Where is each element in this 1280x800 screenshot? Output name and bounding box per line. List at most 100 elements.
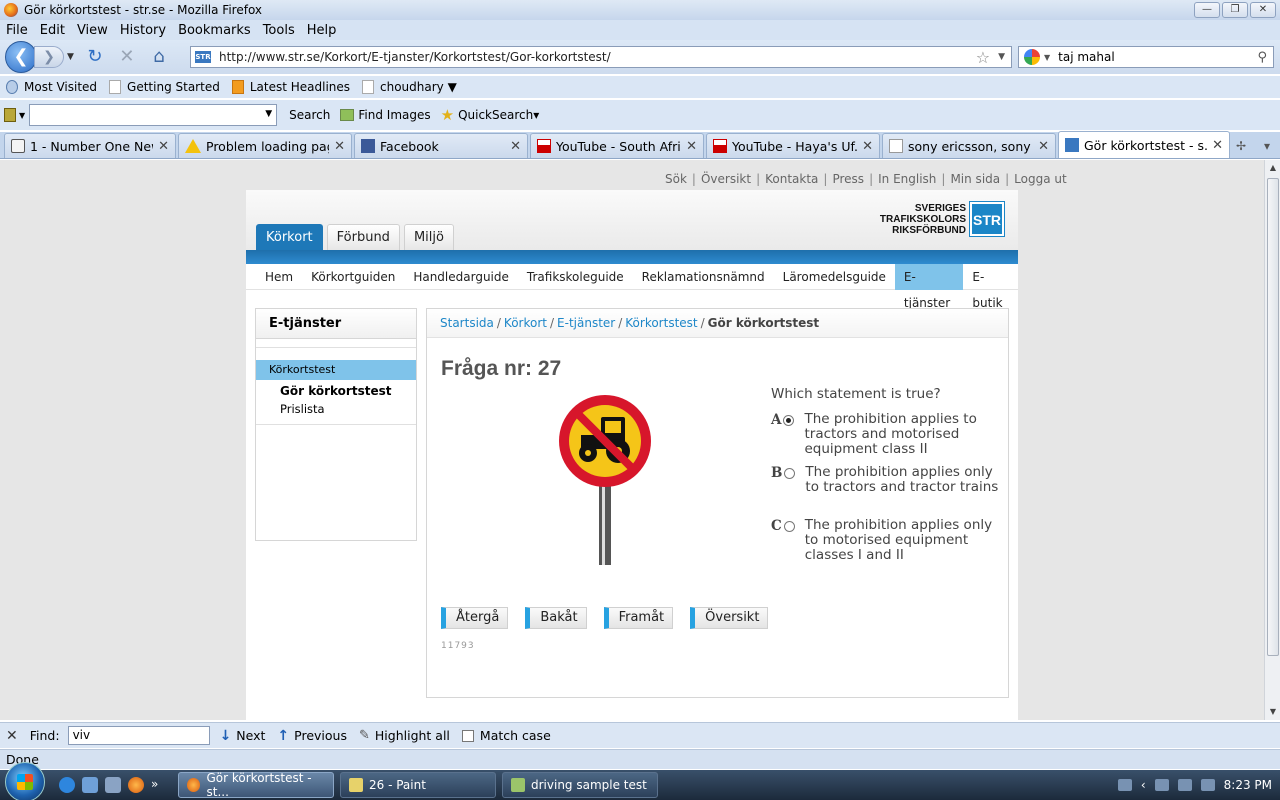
maximize-button[interactable]: ❐ [1222,2,1248,18]
menu-bookmarks[interactable]: Bookmarks [178,23,251,38]
match-case-checkbox[interactable]: Match case [461,728,551,743]
home-icon[interactable]: ⌂ [146,44,172,70]
bookmark-choudhary[interactable]: choudhary ▼ [362,80,457,94]
tab-sony-ericsson[interactable]: sony ericsson, sony e... ✕ [882,133,1056,158]
new-tab-icon[interactable]: ✢ [1228,139,1254,153]
toplink-in-english[interactable]: In English [878,172,936,186]
search-engine-dropdown-icon[interactable]: ▼ [1044,53,1050,62]
subnav-hem[interactable]: Hem [256,264,302,290]
scrollbar-thumb[interactable] [1267,178,1279,656]
bookmark-getting-started[interactable]: Getting Started [109,80,220,94]
addon-dropdown-icon[interactable]: ▼ [19,111,25,120]
device-icon[interactable] [1177,779,1192,791]
sidebar-item-gor-korkortstest[interactable]: Gör körkortstest [256,382,416,400]
tab-close-icon[interactable]: ✕ [334,139,345,154]
str-logo[interactable]: SVERIGES TRAFIKSKOLORS RIKSFÖRBUND STR [880,201,1005,237]
taskbar-item-paint[interactable]: 26 - Paint [340,772,496,798]
next-question-button[interactable]: Framåt [603,607,674,629]
search-icon[interactable]: ⚲ [1257,50,1267,65]
toplink-logga-ut[interactable]: Logga ut [1014,172,1067,186]
breadcrumb-korkort[interactable]: Körkort [504,316,547,330]
return-button[interactable]: Återgå [441,607,509,629]
option-radio[interactable] [783,521,795,532]
chevron-down-icon[interactable]: ▼ [265,109,272,119]
find-previous-button[interactable]: ↑ Previous [277,728,347,744]
close-button[interactable]: ✕ [1250,2,1276,18]
scroll-down-icon[interactable]: ▼ [1265,704,1280,720]
menu-help[interactable]: Help [307,23,337,38]
url-text[interactable]: http://www.str.se/Korkort/E-tjanster/Kor… [219,50,976,64]
answer-option-b[interactable]: B The prohibition applies only to tracto… [771,465,1001,495]
toplink-press[interactable]: Press [832,172,864,186]
subnav-e-tjanster[interactable]: E-tjänster [894,263,964,310]
taskbar-item-firefox[interactable]: Gör körkortstest - st... [178,771,334,799]
google-icon[interactable] [1024,49,1040,65]
reload-icon[interactable]: ↻ [82,44,108,70]
search-bar[interactable]: ▼ taj mahal ⚲ [1018,46,1274,68]
tab-close-icon[interactable]: ✕ [1212,138,1223,153]
tray-expand-icon[interactable]: ‹ [1141,778,1146,792]
tab-korkort[interactable]: Körkort [256,224,323,250]
taskbar-item-document[interactable]: driving sample test [502,772,658,798]
start-button[interactable] [5,762,45,800]
toplink-sok[interactable]: Sök [665,172,687,186]
switch-windows-icon[interactable] [105,777,121,793]
firefox-quicklaunch-icon[interactable] [128,777,144,793]
toplink-oversikt[interactable]: Översikt [701,172,751,186]
tab-list-icon[interactable]: ▾ [1254,139,1280,153]
back-button[interactable]: ❮ [5,41,37,73]
tab-forbund[interactable]: Förbund [326,224,400,250]
more-icon[interactable]: » [151,777,171,793]
url-bar[interactable]: STR http://www.str.se/Korkort/E-tjanster… [190,46,1012,68]
toplink-min-sida[interactable]: Min sida [950,172,1000,186]
overview-button[interactable]: Översikt [690,607,769,629]
tab-miljo[interactable]: Miljö [403,224,454,250]
tab-close-icon[interactable]: ✕ [686,139,697,154]
back-question-button[interactable]: Bakåt [525,607,587,629]
tab-youtube-south-africa[interactable]: YouTube - South Afri... ✕ [530,133,704,158]
keyboard-icon[interactable] [1117,779,1132,791]
checkbox-box[interactable] [461,729,474,742]
menu-tools[interactable]: Tools [263,23,295,38]
film-icon[interactable] [4,108,16,122]
url-dropdown-icon[interactable]: ▼ [998,52,1005,62]
tab-youtube-haya[interactable]: YouTube - Haya's Uf... ✕ [706,133,880,158]
clock[interactable]: 8:23 PM [1224,778,1272,792]
quicksearch-button[interactable]: ★ QuickSearch▾ [441,106,540,124]
highlight-all-button[interactable]: ✎ Highlight all [359,728,450,743]
vertical-scrollbar[interactable]: ▲ ▼ [1264,160,1280,720]
addon-search-combo[interactable]: ▼ [29,104,278,126]
show-desktop-icon[interactable] [82,777,98,793]
subnav-laromedelsguide[interactable]: Läromedelsguide [774,264,895,290]
find-next-button[interactable]: ↓ Next [220,728,266,744]
breadcrumb-korkortstest[interactable]: Körkortstest [625,316,697,330]
subnav-korkortguiden[interactable]: Körkortguiden [302,264,404,290]
find-input[interactable]: viv [67,726,210,745]
menu-history[interactable]: History [120,23,166,38]
bookmark-most-visited[interactable]: Most Visited [6,80,97,94]
history-dropdown-icon[interactable]: ▼ [67,52,74,62]
search-input[interactable]: taj mahal [1058,50,1257,64]
volume-icon[interactable] [1200,779,1215,791]
menu-file[interactable]: File [6,23,28,38]
tab-number-one[interactable]: 1 - Number One New... ✕ [4,133,176,158]
tab-close-icon[interactable]: ✕ [158,139,169,154]
answer-option-a[interactable]: A The prohibition applies to tractors an… [771,412,1001,457]
forward-button[interactable]: ❯ [34,46,64,68]
menu-edit[interactable]: Edit [40,23,65,38]
breadcrumb-startsida[interactable]: Startsida [440,316,494,330]
stop-icon[interactable]: ✕ [114,44,140,70]
close-find-icon[interactable]: ✕ [6,728,18,744]
find-images-button[interactable]: Find Images [340,108,431,122]
answer-option-c[interactable]: C The prohibition applies only to motori… [771,518,1001,563]
subnav-trafikskoleguide[interactable]: Trafikskoleguide [518,264,633,290]
option-radio[interactable] [784,468,796,479]
tab-close-icon[interactable]: ✕ [862,139,873,154]
tab-problem-loading[interactable]: Problem loading page ✕ [178,133,352,158]
bookmark-star-icon[interactable]: ☆ [976,48,990,67]
internet-explorer-icon[interactable] [59,777,75,793]
option-radio[interactable] [783,415,795,426]
subnav-e-butik[interactable]: E-butik [963,264,1018,310]
breadcrumb-e-tjanster[interactable]: E-tjänster [557,316,615,330]
toplink-kontakta[interactable]: Kontakta [765,172,818,186]
